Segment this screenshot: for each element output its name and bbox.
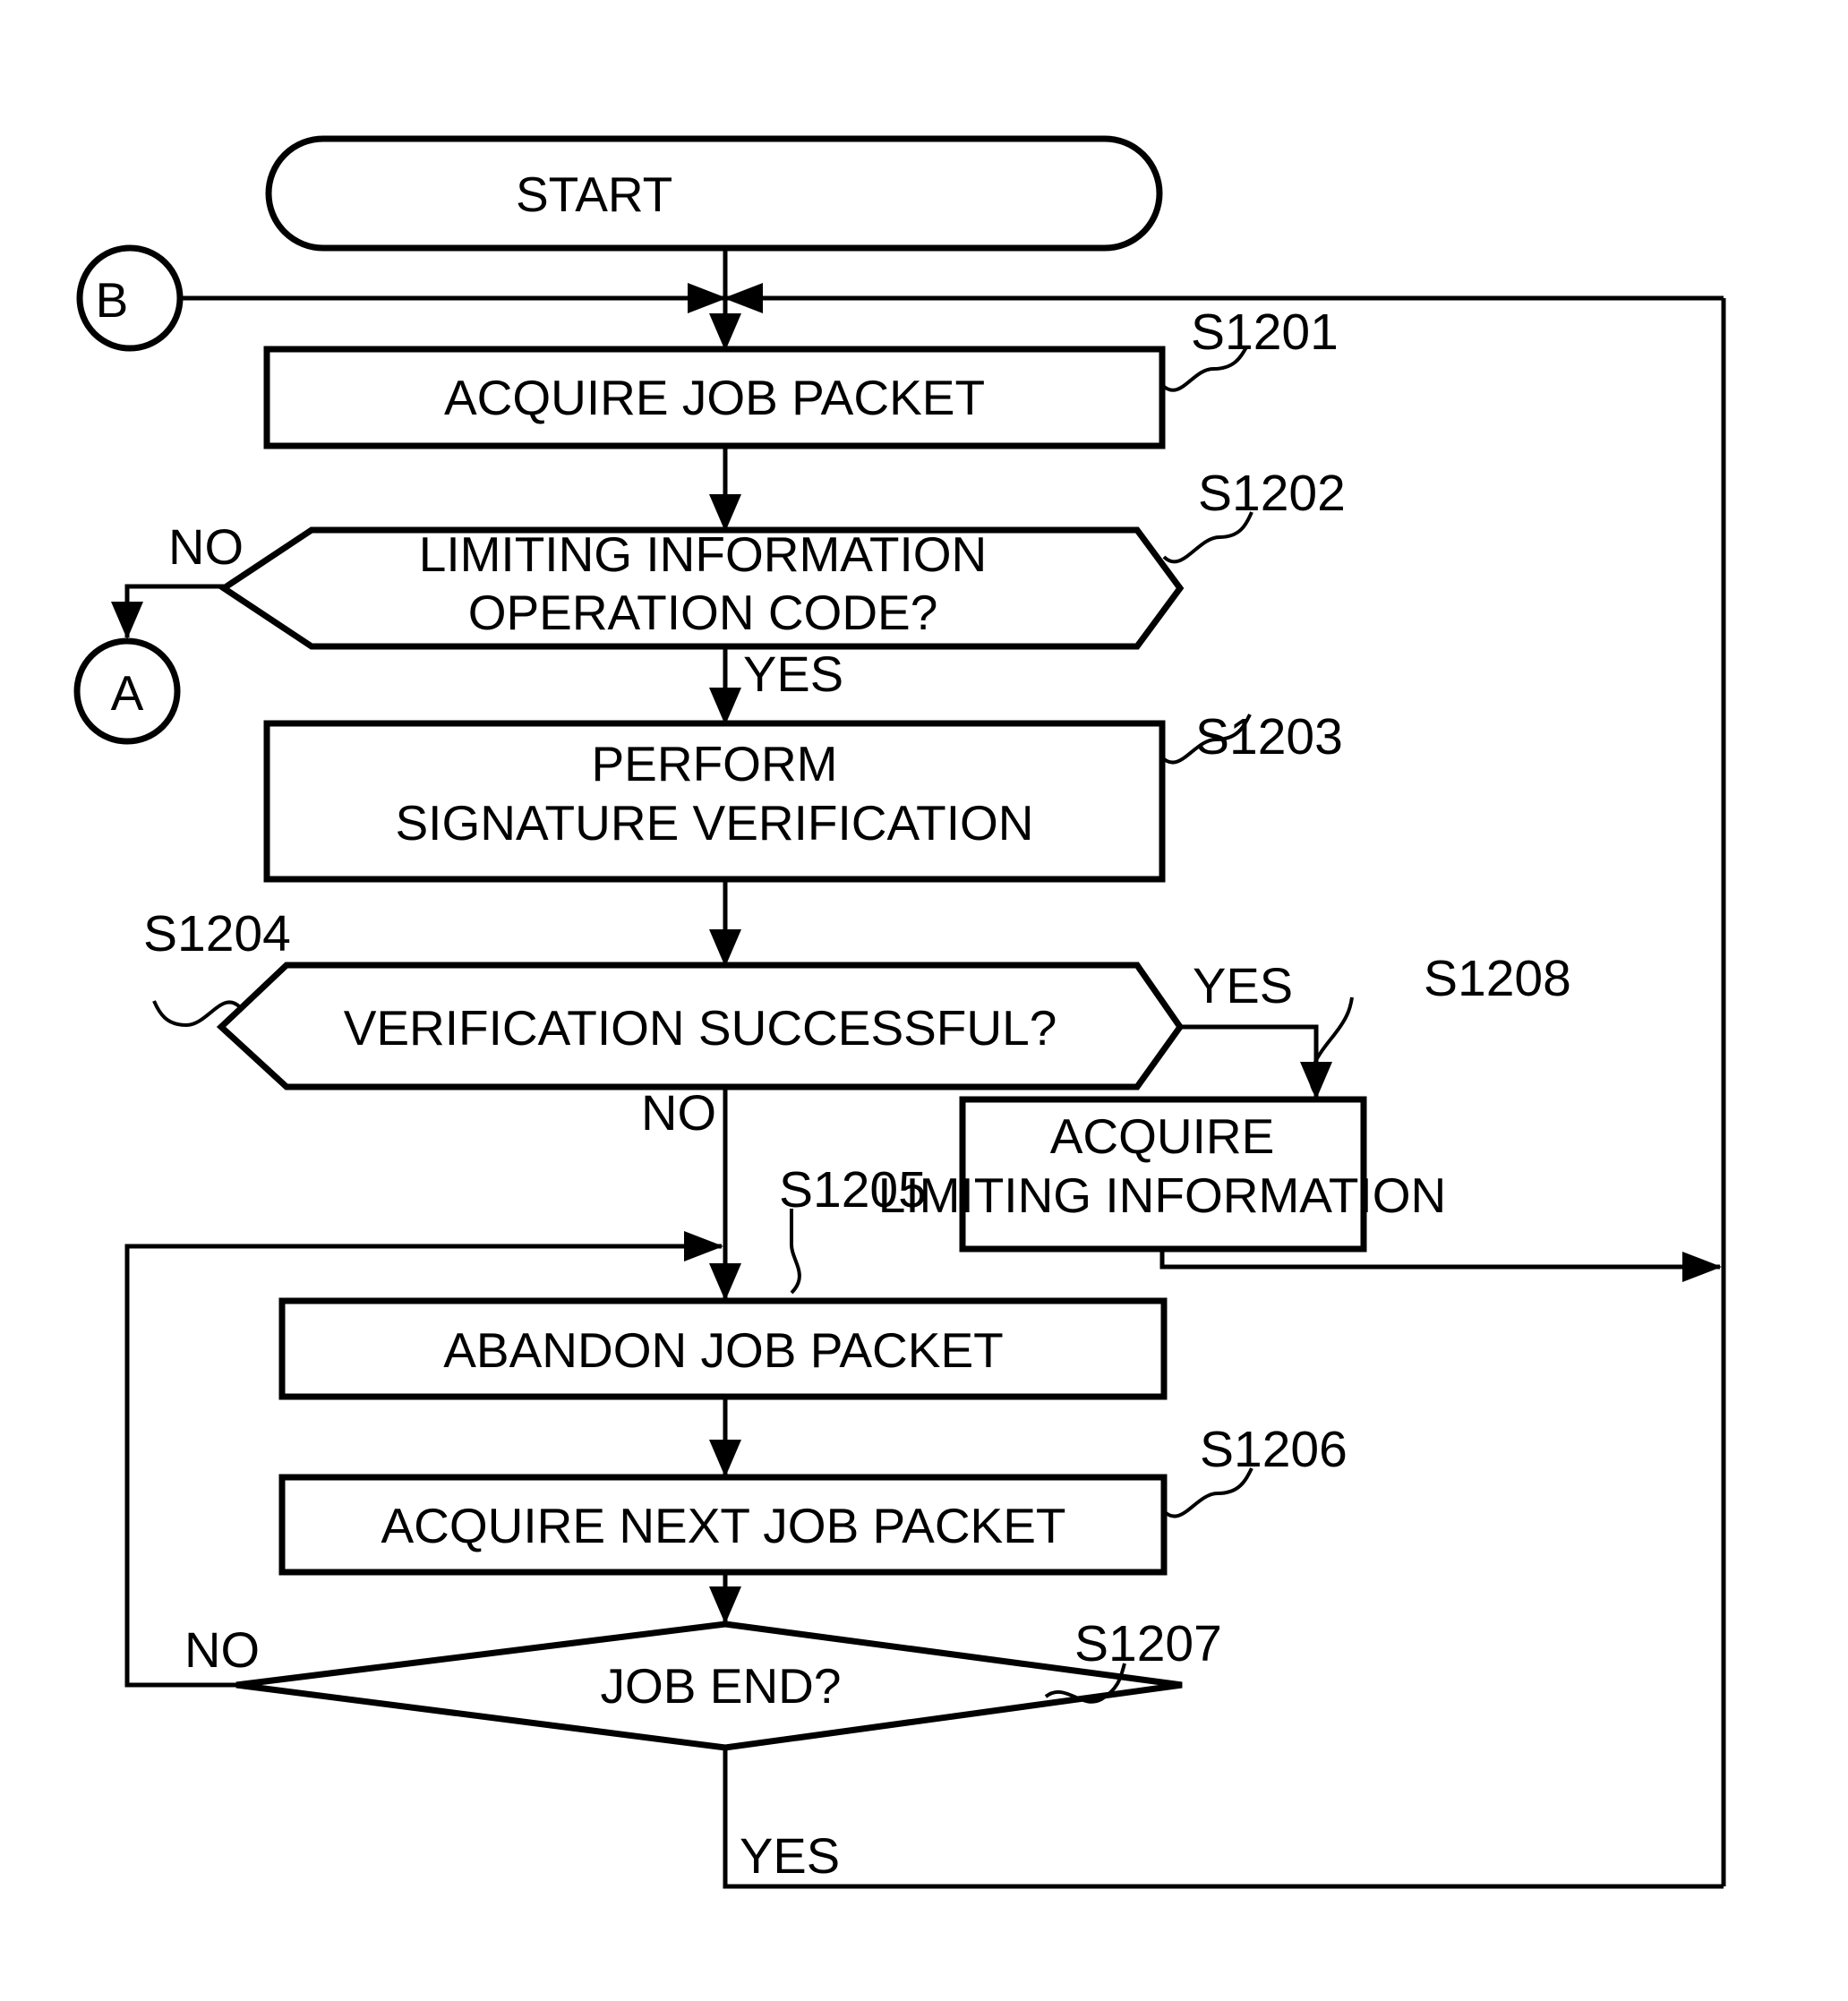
edge-s1202-no-to-a: [124, 584, 224, 637]
node-s1202-label-line2: OPERATION CODE?: [468, 585, 938, 640]
step-tag-s1201: S1201: [1191, 304, 1339, 361]
arrowhead-s1202-no-to-a: [111, 602, 143, 639]
step-tag-s1207: S1207: [1074, 1615, 1222, 1672]
arrowhead-start-to-s1201: [709, 313, 741, 351]
edge-label-s1207-no: NO: [184, 1621, 260, 1678]
arrowhead-b-into-axis: [688, 283, 727, 313]
arrowhead-s1207-no-loop: [684, 1231, 723, 1261]
node-start-label: START: [516, 167, 672, 222]
node-start[interactable]: [265, 135, 1163, 252]
node-s1206-label: ACQUIRE NEXT JOB PACKET: [381, 1498, 1065, 1553]
step-tag-s1203: S1203: [1195, 708, 1343, 765]
node-s1201-label: ACQUIRE JOB PACKET: [444, 370, 985, 425]
arrowhead-s1203-to-s1204: [709, 929, 741, 967]
node-s1202-label-line1: LIMITING INFORMATION: [419, 526, 988, 582]
arrowhead-s1206-to-s1207: [709, 1586, 741, 1624]
arrowhead-s1202-yes-to-s1203: [709, 688, 741, 725]
edge-label-s1204-yes: YES: [1193, 957, 1293, 1013]
arrowhead-s1208-to-rail: [1682, 1252, 1722, 1282]
node-s1203-label-line2: SIGNATURE VERIFICATION: [395, 795, 1033, 851]
node-s1208-label-line1: ACQUIRE: [1050, 1108, 1275, 1164]
node-s1207-label: JOB END?: [601, 1658, 842, 1714]
edge-label-s1202-no: NO: [168, 518, 244, 575]
edge-s1207-yes-to-rail: [723, 1748, 1724, 1889]
step-tag-s1208: S1208: [1424, 950, 1571, 1007]
edge-label-s1202-yes: YES: [743, 646, 843, 702]
leader-s1205: [790, 1209, 801, 1295]
connector-a-label: A: [111, 665, 144, 721]
arrowhead-right-into-axis: [723, 283, 763, 313]
step-tag-s1204: S1204: [143, 905, 291, 962]
arrowhead-s1205-to-s1206: [709, 1440, 741, 1477]
flowchart-svg: START B A ACQUIRE JOB PACKET LIMITING IN…: [73, 135, 1726, 1889]
figure-canvas: START B A ACQUIRE JOB PACKET LIMITING IN…: [0, 0, 1848, 2001]
arrowhead-s1204-no-to-s1205: [709, 1263, 741, 1301]
step-tag-s1205: S1205: [779, 1161, 927, 1219]
node-s1204-label: VERIFICATION SUCCESSFUL?: [344, 1000, 1057, 1056]
node-s1205-label: ABANDON JOB PACKET: [443, 1322, 1004, 1378]
node-s1203-label-line1: PERFORM: [592, 736, 838, 791]
edge-label-s1207-yes: YES: [740, 1827, 840, 1884]
edge-s1204-yes-to-s1208: [1180, 1024, 1319, 1098]
step-tag-s1206: S1206: [1200, 1421, 1348, 1478]
step-tag-s1202: S1202: [1198, 465, 1346, 522]
edge-label-s1204-no: NO: [641, 1084, 716, 1141]
connector-b-label: B: [96, 272, 129, 328]
node-s1208-label-line2: LIMITING INFORMATION: [878, 1167, 1447, 1223]
